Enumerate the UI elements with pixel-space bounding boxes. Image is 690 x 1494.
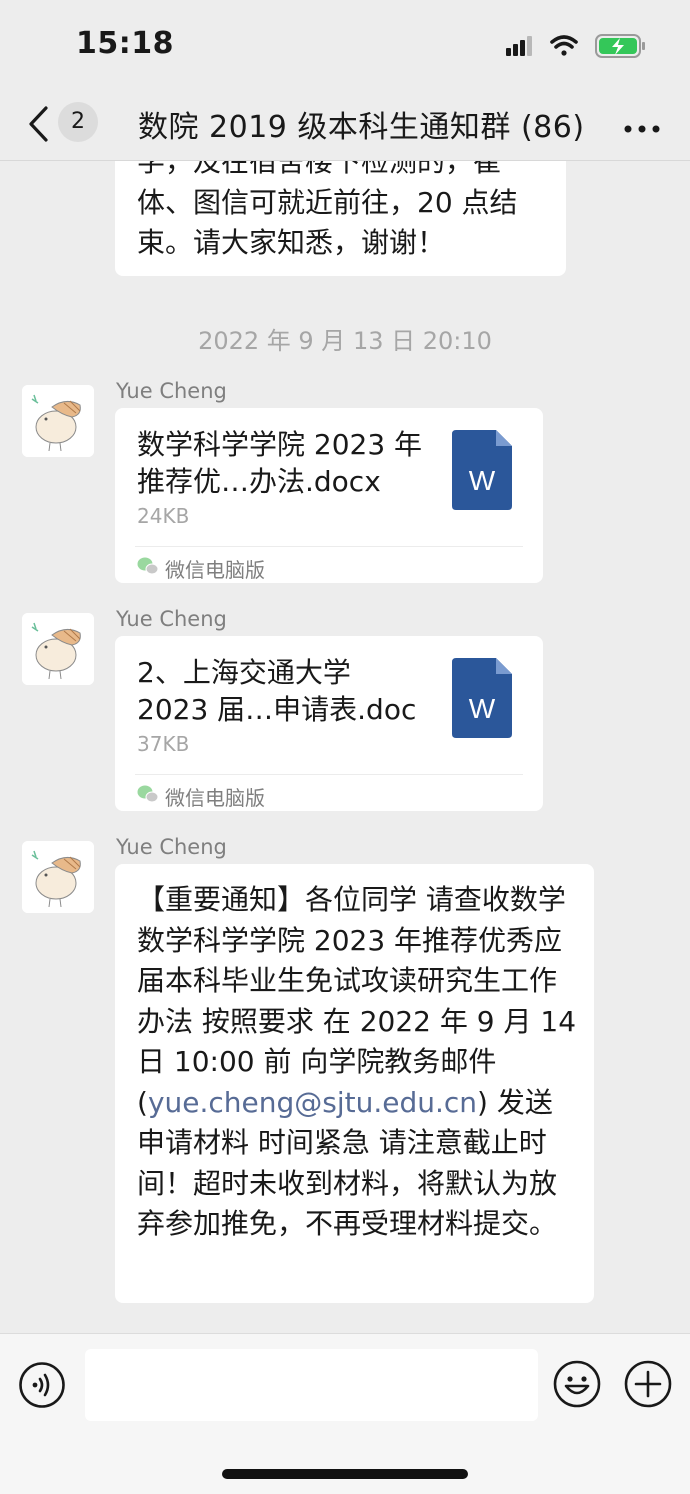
card-divider (135, 546, 523, 547)
chat-title: 数院 2019 级本科生通知群 (86) (138, 110, 585, 145)
file-name: 数学科学学院 2023 年推荐优…办法.docx (137, 428, 423, 498)
avatar[interactable] (22, 841, 94, 913)
svg-text:W: W (469, 693, 496, 724)
message-timestamp: 2022 年 9 月 13 日 20:10 (198, 327, 492, 355)
chevron-left-icon (29, 106, 48, 142)
wifi-icon (550, 35, 578, 56)
message-bubble-notice[interactable]: 【重要通知】各位同学 请查收数学数学科学学院 2023 年推荐优秀应届本科毕业生… (115, 864, 594, 1303)
plus-icon (624, 1360, 672, 1408)
file-name: 2、上海交通大学 2023 届…申请表.doc (137, 656, 417, 726)
home-indicator[interactable] (222, 1469, 468, 1479)
bird-avatar-icon (22, 385, 94, 457)
avatar[interactable] (22, 385, 94, 457)
card-source: 微信电脑版 (165, 558, 265, 582)
sender-name: Yue Cheng (116, 379, 227, 403)
sender-name: Yue Cheng (116, 835, 227, 859)
word-doc-icon: W (452, 658, 512, 738)
message-bubble-previous[interactable]: 学，及在宿舍楼下检测的，崔体、图信可就近前往，20 点结束。请大家知悉，谢谢！ (115, 161, 566, 276)
more-dots-icon (624, 125, 660, 133)
svg-text:W: W (469, 465, 496, 496)
avatar[interactable] (22, 613, 94, 685)
wechat-icon (137, 557, 159, 575)
status-time: 15:18 (76, 26, 174, 61)
file-message-card[interactable]: 数学科学学院 2023 年推荐优…办法.docx 24KB W 微信电脑版 (115, 408, 543, 583)
chat-messages[interactable]: 学，及在宿舍楼下检测的，崔体、图信可就近前往，20 点结束。请大家知悉，谢谢！ … (0, 161, 690, 1333)
input-bar (0, 1333, 690, 1494)
card-divider (135, 774, 523, 775)
nav-bar: 2 数院 2019 级本科生通知群 (86) (0, 90, 690, 161)
bird-avatar-icon (22, 613, 94, 685)
emoji-button[interactable] (553, 1360, 601, 1408)
signal-icon (506, 36, 532, 56)
file-message-card[interactable]: 2、上海交通大学 2023 届…申请表.doc 37KB W 微信电脑版 (115, 636, 543, 811)
message-text: 学，及在宿舍楼下检测的，崔体、图信可就近前往，20 点结束。请大家知悉，谢谢！ (137, 161, 518, 259)
unread-count-badge[interactable]: 2 (58, 102, 98, 142)
card-source: 微信电脑版 (165, 786, 265, 810)
more-button[interactable] (624, 118, 660, 133)
file-size: 37KB (137, 732, 190, 756)
more-functions-button[interactable] (624, 1360, 672, 1408)
message-text: 【重要通知】各位同学 请查收数学数学科学学院 2023 年推荐优秀应届本科毕业生… (137, 880, 577, 1245)
battery-icon (595, 34, 645, 58)
message-input[interactable] (85, 1349, 538, 1421)
wechat-icon (137, 785, 159, 803)
back-button[interactable] (26, 104, 50, 144)
emoji-icon (553, 1360, 601, 1408)
status-bar: 15:18 (0, 0, 690, 90)
voice-icon (19, 1362, 65, 1408)
word-doc-icon: W (452, 430, 512, 510)
file-size: 24KB (137, 504, 190, 528)
message-text-part: 【重要通知】各位同学 请查收数学数学科学学院 2023 年推荐优秀应届本科毕业生… (137, 883, 577, 1119)
sender-name: Yue Cheng (116, 607, 227, 631)
status-icons (500, 30, 650, 64)
bird-avatar-icon (22, 841, 94, 913)
voice-input-button[interactable] (19, 1362, 65, 1408)
email-link[interactable]: yue.cheng@sjtu.edu.cn (148, 1086, 477, 1119)
